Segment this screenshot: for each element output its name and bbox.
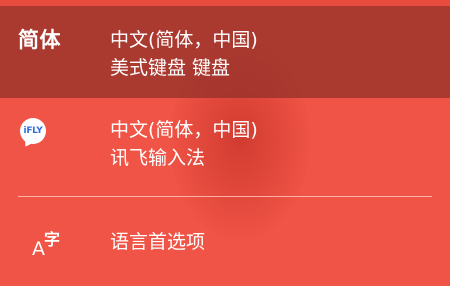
input-method-text: 中文(简体，中国) 讯飞输入法	[110, 116, 434, 172]
language-icon-cjk-glyph: 字	[44, 230, 61, 249]
input-method-item-ifly[interactable]: iFLY 中文(简体，中国) 讯飞输入法	[0, 98, 450, 196]
input-method-keyboard: 讯飞输入法	[110, 147, 206, 169]
input-method-item-microsoft-pinyin[interactable]: 简体 中文(简体，中国) 美式键盘 键盘	[0, 6, 450, 98]
ifly-logo-icon: iFLY	[18, 116, 48, 146]
language-preferences-icon: A 字	[18, 222, 61, 262]
input-mode-badge: 简体	[18, 24, 74, 54]
language-preferences-item[interactable]: A 字 语言首选项	[0, 198, 450, 286]
ifly-logo-bubble: iFLY	[20, 118, 46, 144]
input-method-language: 中文(简体，中国)	[110, 29, 258, 51]
language-preferences-text: 语言首选项	[110, 228, 434, 256]
input-method-language: 中文(简体，中国)	[110, 119, 258, 141]
input-method-keyboard: 美式键盘 键盘	[110, 57, 231, 79]
input-method-switcher: 简体 中文(简体，中国) 美式键盘 键盘 iFLY 中文(简体，中国) 讯飞输入…	[0, 0, 450, 286]
menu-divider	[18, 196, 432, 197]
input-mode-badge-label: 简体	[18, 28, 61, 52]
ifly-logo-text: iFLY	[23, 126, 43, 136]
input-method-text: 中文(简体，中国) 美式键盘 键盘	[110, 26, 434, 82]
language-preferences-label: 语言首选项	[110, 231, 206, 253]
